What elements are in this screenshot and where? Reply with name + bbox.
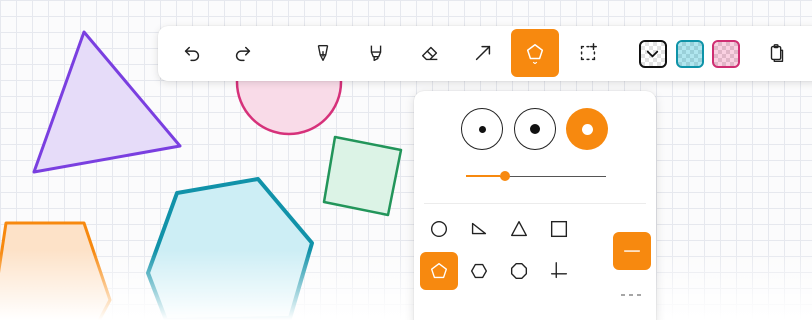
shape-axes-button[interactable] — [540, 252, 578, 290]
stroke-size-small-button[interactable] — [461, 108, 503, 150]
shape-circle-button[interactable] — [420, 210, 458, 248]
line-style-dashed-button[interactable] — [620, 291, 642, 299]
shape-pentagon-button[interactable] — [420, 252, 458, 290]
highlighter-icon — [370, 45, 382, 62]
pen-tool-button[interactable] — [300, 30, 346, 76]
eraser-icon — [421, 46, 438, 61]
stroke-size-medium-button[interactable] — [514, 108, 556, 150]
pentagon-icon — [526, 44, 544, 64]
stroke-size-filled-button[interactable] — [566, 108, 608, 150]
hexagon-icon — [470, 263, 488, 279]
dot-icon — [478, 125, 486, 133]
circle-icon — [430, 220, 448, 238]
shape-hexagon-button[interactable] — [460, 252, 498, 290]
main-toolbar — [158, 26, 812, 81]
arrow-tool-button[interactable] — [460, 30, 506, 76]
trapezoid-shape[interactable] — [0, 221, 112, 320]
triangle-icon — [510, 220, 528, 237]
undo-icon — [184, 46, 200, 62]
paste-button[interactable] — [754, 30, 800, 76]
shapes-tool-button[interactable] — [511, 29, 559, 77]
lasso-select-button[interactable] — [565, 30, 611, 76]
redo-icon — [235, 46, 251, 62]
arrow-icon — [475, 45, 491, 61]
pentagon-icon — [430, 262, 448, 279]
shape-square-button[interactable] — [540, 210, 578, 248]
right-triangle-icon — [471, 222, 487, 235]
redo-button[interactable] — [220, 30, 266, 76]
solid-line-icon — [623, 250, 641, 252]
shape-triangle-button[interactable] — [500, 210, 538, 248]
axes-icon — [550, 262, 568, 279]
stroke-color-swatch[interactable] — [639, 40, 667, 68]
hexagon-shape[interactable] — [146, 177, 314, 320]
clipboard-icon — [770, 44, 784, 62]
square-icon — [550, 220, 568, 238]
lasso-select-icon — [580, 43, 597, 61]
chevron-down-icon — [646, 50, 659, 58]
stroke-width-slider[interactable] — [466, 170, 606, 182]
highlighter-tool-button[interactable] — [353, 30, 399, 76]
shape-octagon-button[interactable] — [500, 252, 538, 290]
fill-color-swatch-cyan[interactable] — [676, 40, 704, 68]
shape-options-panel — [414, 91, 656, 320]
square-shape[interactable] — [322, 135, 403, 217]
panel-divider — [424, 203, 646, 204]
eraser-tool-button[interactable] — [407, 30, 453, 76]
pen-icon — [317, 44, 329, 62]
undo-button[interactable] — [169, 30, 215, 76]
octagon-icon — [510, 262, 528, 280]
dot-icon — [530, 124, 540, 134]
fill-color-swatch-pink[interactable] — [712, 40, 740, 68]
shape-right-triangle-button[interactable] — [460, 210, 498, 248]
line-style-solid-button[interactable] — [613, 232, 651, 270]
dot-icon — [581, 123, 593, 135]
slider-thumb[interactable] — [500, 171, 510, 181]
